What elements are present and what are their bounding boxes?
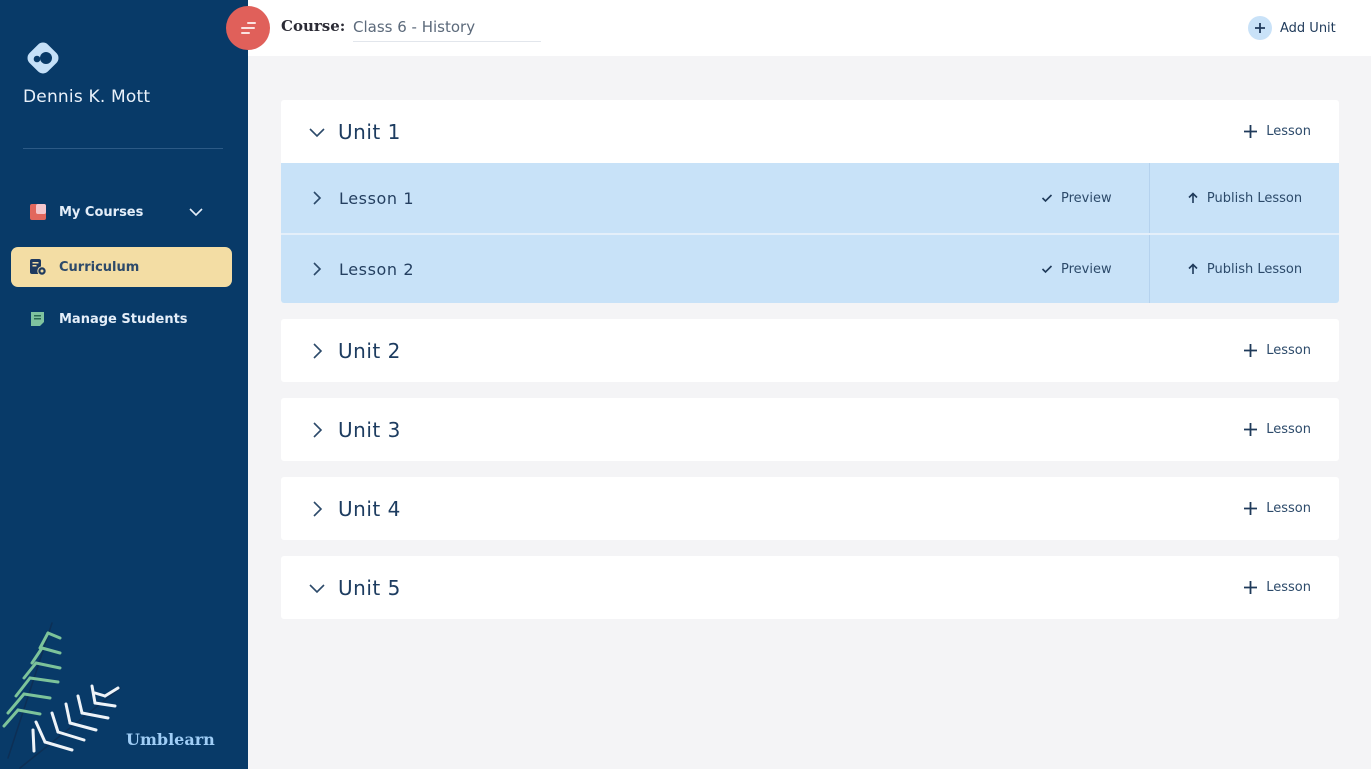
plus-icon [1243,422,1258,437]
unit-card: Unit 3 Lesson [281,398,1339,461]
sidebar-item-manage-students[interactable]: Manage Students [11,299,232,339]
add-lesson-label: Lesson [1266,580,1311,595]
plus-icon [1248,16,1272,40]
arrow-up-icon [1187,263,1199,275]
add-lesson-button[interactable]: Lesson [1243,477,1311,540]
check-icon [1041,263,1053,275]
publish-label: Publish Lesson [1206,261,1303,277]
add-lesson-button[interactable]: Lesson [1243,398,1311,461]
chevron-down-icon[interactable] [188,204,204,220]
units-list: Unit 1 Lesson Lesson 1 Preview Publish L… [281,100,1339,635]
sidebar-item-curriculum[interactable]: Curriculum [11,247,232,287]
unit-header[interactable]: Unit 4 Lesson [281,477,1339,540]
preview-button[interactable]: Preview [1041,235,1149,303]
chevron-down-icon[interactable] [308,123,326,141]
sidebar-item-label: My Courses [59,204,144,220]
unit-title: Unit 1 [338,119,401,144]
unit-title: Unit 4 [338,496,401,521]
chevron-right-icon[interactable] [308,342,326,360]
course-name-input[interactable] [353,13,541,42]
sidebar-item-my-courses[interactable]: My Courses [11,192,232,232]
lesson-row[interactable]: Lesson 2 Preview Publish Lesson [281,233,1339,303]
publish-lesson-button[interactable]: Publish Lesson [1149,235,1339,303]
add-lesson-label: Lesson [1266,343,1311,358]
unit-card: Unit 1 Lesson Lesson 1 Preview Publish L… [281,100,1339,303]
filter-menu-icon [241,22,256,34]
unit-header[interactable]: Unit 3 Lesson [281,398,1339,461]
chevron-right-icon[interactable] [309,190,325,206]
chevron-down-icon[interactable] [308,579,326,597]
brand-name: Umblearn [126,730,215,749]
add-unit-label: Add Unit [1280,20,1336,36]
unit-header[interactable]: Unit 5 Lesson [281,556,1339,619]
unit-card: Unit 4 Lesson [281,477,1339,540]
plus-icon [1243,580,1258,595]
preview-button[interactable]: Preview [1041,163,1149,233]
add-lesson-button[interactable]: Lesson [1243,319,1311,382]
user-name: Dennis K. Mott [23,87,151,107]
unit-header[interactable]: Unit 2 Lesson [281,319,1339,382]
unit-card: Unit 5 Lesson [281,556,1339,619]
add-lesson-button[interactable]: Lesson [1243,100,1311,163]
menu-toggle-button[interactable] [226,6,270,50]
add-lesson-label: Lesson [1266,422,1311,437]
add-lesson-label: Lesson [1266,124,1311,139]
plus-icon [1243,501,1258,516]
app-logo-icon [27,42,59,74]
arrow-up-icon [1187,192,1199,204]
sidebar: Dennis K. Mott My Courses Curriculum Man… [0,0,248,769]
check-icon [1041,192,1053,204]
sidebar-divider [23,148,223,149]
preview-label: Preview [1061,261,1112,277]
add-lesson-button[interactable]: Lesson [1243,556,1311,619]
plus-icon [1243,343,1258,358]
chevron-right-icon[interactable] [309,261,325,277]
add-lesson-label: Lesson [1266,501,1311,516]
unit-title: Unit 3 [338,417,401,442]
add-unit-button[interactable]: Add Unit [1248,16,1336,40]
unit-title: Unit 5 [338,575,401,600]
unit-card: Unit 2 Lesson [281,319,1339,382]
lessons-list: Lesson 1 Preview Publish Lesson Lesson 2… [281,163,1339,303]
lesson-row[interactable]: Lesson 1 Preview Publish Lesson [281,163,1339,233]
courses-icon [29,203,47,221]
curriculum-icon [29,258,47,276]
fern-illustration-icon [2,622,121,769]
publish-label: Publish Lesson [1206,190,1303,206]
sidebar-item-label: Curriculum [59,259,140,275]
chevron-right-icon[interactable] [308,500,326,518]
chevron-right-icon[interactable] [308,421,326,439]
unit-title: Unit 2 [338,338,401,363]
sidebar-item-label: Manage Students [59,311,188,327]
lesson-title: Lesson 2 [339,259,415,279]
publish-lesson-button[interactable]: Publish Lesson [1149,163,1339,233]
preview-label: Preview [1061,190,1112,206]
course-label: Course: [281,17,346,35]
lesson-title: Lesson 1 [339,188,415,208]
unit-header[interactable]: Unit 1 Lesson [281,100,1339,163]
students-icon [29,310,47,328]
plus-icon [1243,124,1258,139]
